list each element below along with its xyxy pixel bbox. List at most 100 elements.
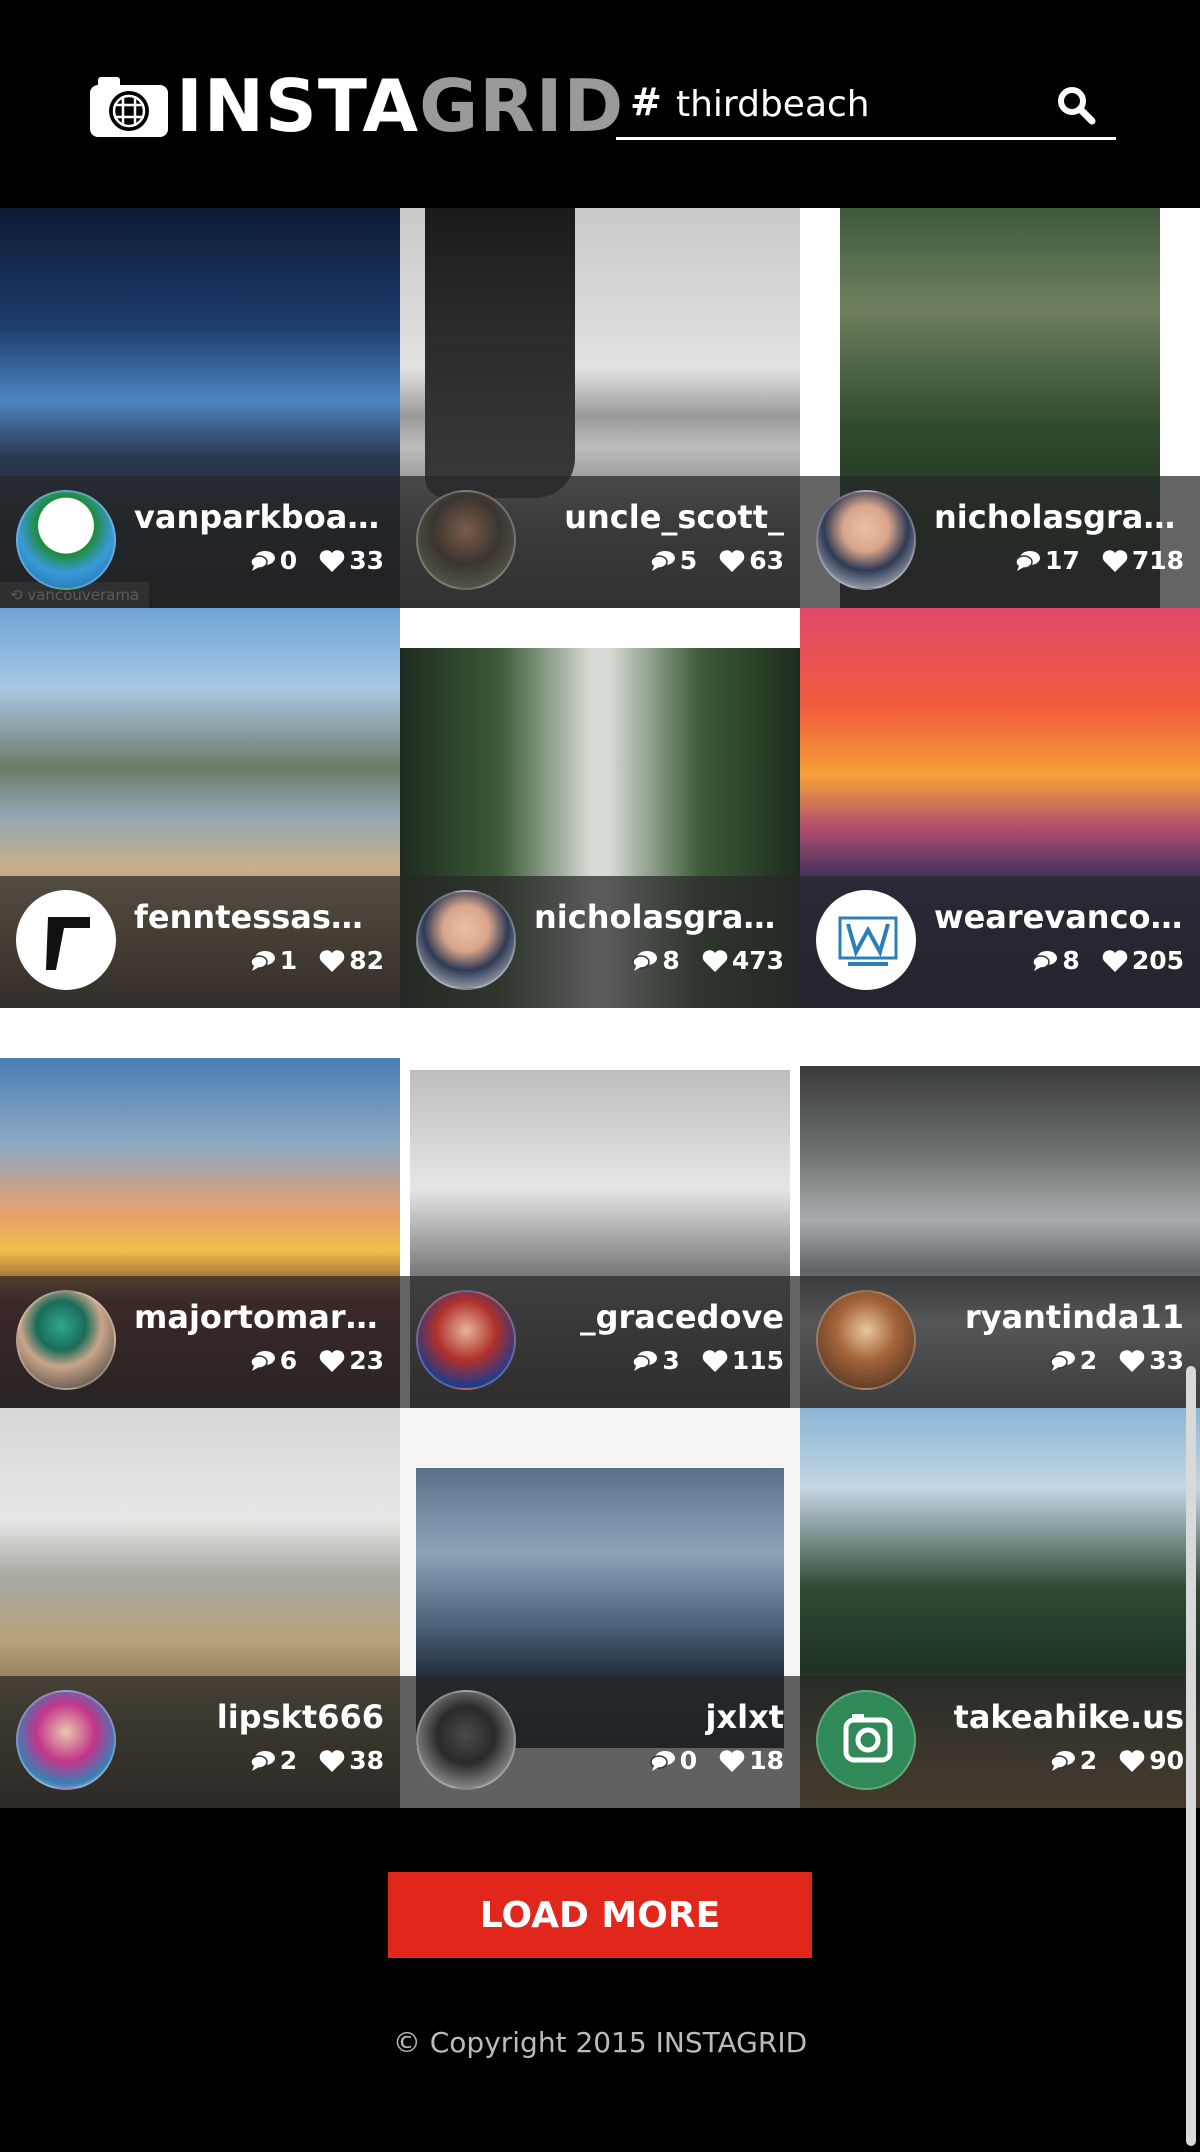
logo-insta: INSTA [176,64,420,148]
avatar[interactable] [16,890,116,990]
logo[interactable]: INSTA GRID [88,70,624,142]
avatar[interactable] [416,490,516,590]
heart-icon [1102,549,1128,572]
post-stats: 17 718 [1015,546,1184,575]
post-username[interactable]: lipskt666 [217,1698,384,1736]
post-caption: majortomard... 6 23 [0,1276,400,1408]
comment-icon [250,1750,275,1771]
photo-tile[interactable]: fenntessaswi... 1 82 [0,608,400,1008]
heart-icon [1119,1349,1145,1372]
comment-icon [650,1750,675,1771]
photo-tile[interactable]: lipskt666 2 38 [0,1408,400,1808]
avatar[interactable] [416,1690,516,1790]
heart-icon [1102,949,1128,972]
comment-count: 5 [679,546,698,575]
comment-count: 6 [279,1346,298,1375]
post-username[interactable]: uncle_scott_ [564,498,784,536]
brand-f-icon [46,917,90,970]
comment-count: 8 [1062,946,1080,975]
heart-icon [719,1749,745,1772]
post-stats: 5 63 [650,546,784,575]
avatar[interactable] [16,1290,116,1390]
post-username[interactable]: takeahike.us [954,1698,1184,1736]
copyright: © Copyright 2015 INSTAGRID [392,2026,808,2059]
comment-icon [632,950,658,971]
search-button[interactable] [1054,84,1098,128]
heart-icon [319,949,345,972]
scrollbar[interactable] [1186,1366,1196,2146]
photo-tile[interactable]: takeahike.us 2 90 [800,1408,1200,1808]
comment-icon [632,1350,658,1371]
like-count: 115 [731,1346,784,1375]
post-stats: 2 90 [1050,1746,1184,1775]
heart-icon [702,949,728,972]
comment-icon [1032,950,1058,971]
heart-icon [319,549,345,572]
photo-tile[interactable]: nicholasgraves 17 718 [800,208,1200,608]
photo-tile[interactable]: ryantinda11 2 33 [800,1058,1200,1408]
post-username[interactable]: nicholasgraves [534,898,784,936]
photo-tile[interactable]: majortomard... 6 23 [0,1058,400,1408]
comment-count: 2 [279,1746,298,1775]
header: INSTA GRID # [0,0,1200,208]
post-stats: 2 38 [250,1746,384,1775]
photo-tile[interactable]: uncle_scott_ 5 63 [400,208,800,608]
post-username[interactable]: nicholasgraves [934,498,1184,536]
comment-icon [250,1350,275,1371]
hash-prefix: # [630,80,662,124]
post-caption: lipskt666 2 38 [0,1676,400,1808]
avatar[interactable] [816,1290,916,1390]
photo-figure [425,208,575,498]
photo-tile[interactable]: wearevancou... 8 205 [800,608,1200,1008]
post-stats: 1 82 [250,946,384,975]
like-count: 90 [1149,1746,1184,1775]
comment-icon [1015,550,1041,571]
like-count: 33 [349,546,384,575]
hashtag-search-input[interactable] [676,78,1036,130]
post-username[interactable]: wearevancou... [934,898,1184,936]
like-count: 473 [731,946,784,975]
like-count: 205 [1131,946,1184,975]
post-caption: uncle_scott_ 5 63 [400,476,800,608]
avatar[interactable] [416,890,516,990]
comment-count: 17 [1045,546,1080,575]
camera-icon [843,1714,893,1763]
post-username[interactable]: vanparkboard [134,498,384,536]
post-username[interactable]: jxlxt [705,1698,784,1736]
post-caption: wearevancou... 8 205 [800,876,1200,1008]
post-caption: nicholasgraves 8 473 [400,876,800,1008]
post-stats: 0 18 [650,1746,784,1775]
like-count: 18 [749,1746,784,1775]
photo-tile[interactable]: _gracedove 3 115 [400,1058,800,1408]
comment-icon [250,950,275,971]
we-are-vancouver-logo-icon [838,916,898,966]
post-caption: nicholasgraves 17 718 [800,476,1200,608]
avatar[interactable] [16,1690,116,1790]
load-more-button[interactable]: LOAD MORE [388,1872,812,1958]
post-username[interactable]: fenntessaswi... [134,898,384,936]
comment-icon [650,550,675,571]
avatar[interactable] [16,490,116,590]
post-stats: 6 23 [250,1346,384,1375]
avatar[interactable] [816,890,916,990]
post-username[interactable]: majortomard... [134,1298,384,1336]
heart-icon [319,1749,345,1772]
photo-tile[interactable]: jxlxt 0 18 [400,1408,800,1808]
photo-tile[interactable]: nicholasgraves 8 473 [400,608,800,1008]
like-count: 718 [1131,546,1184,575]
like-count: 33 [1149,1346,1184,1375]
comment-icon [1050,1350,1075,1371]
post-username[interactable]: ryantinda11 [965,1298,1184,1336]
heart-icon [702,1349,728,1372]
avatar[interactable] [816,490,916,590]
comment-count: 0 [279,546,298,575]
avatar[interactable] [816,1690,916,1790]
post-username[interactable]: _gracedove [580,1298,784,1336]
comment-count: 2 [1079,1346,1098,1375]
heart-icon [719,549,745,572]
post-caption: takeahike.us 2 90 [800,1676,1200,1808]
post-stats: 2 33 [1050,1346,1184,1375]
avatar[interactable] [416,1290,516,1390]
photo-tile[interactable]: ⟲ vancouverama vanparkboard 0 33 [0,208,400,608]
post-stats: 8 473 [632,946,784,975]
